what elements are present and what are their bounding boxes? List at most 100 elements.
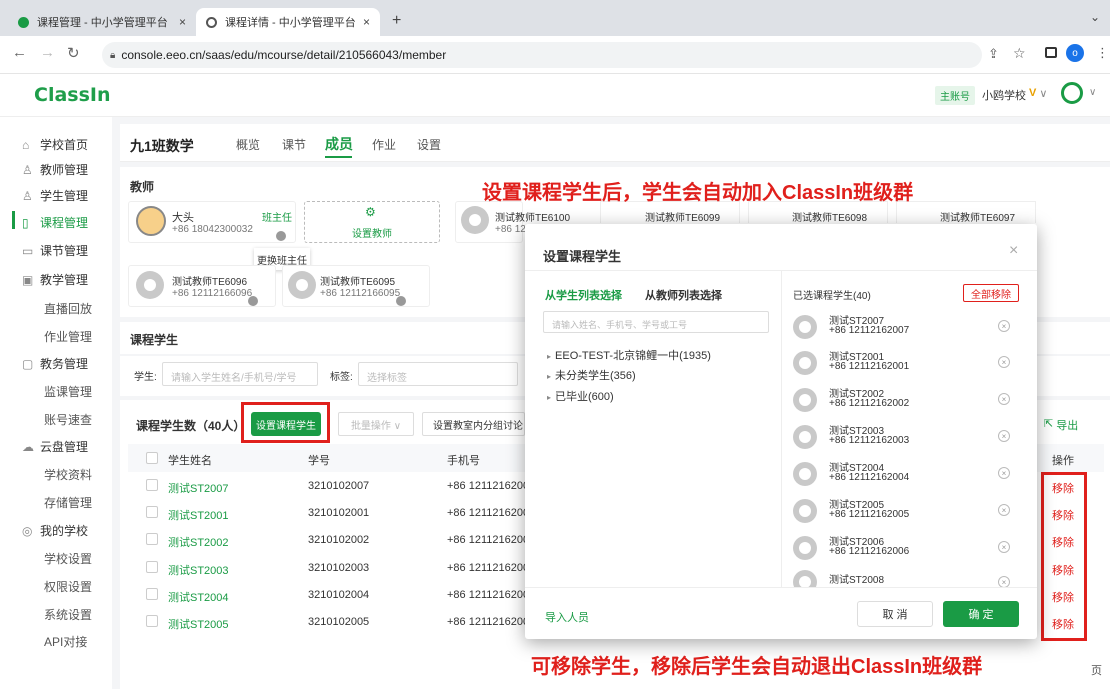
sidebar-item-system-settings[interactable]: 系统设置 <box>44 606 92 623</box>
tree-node[interactable]: ▸ 未分类学生(356) <box>547 367 636 383</box>
tree-node[interactable]: ▸ EEO-TEST-北京锦鲤一中(1935) <box>547 347 711 363</box>
sidebar-item-storage[interactable]: 存储管理 <box>44 494 92 511</box>
export-button[interactable]: ⇱ 导出 <box>1044 417 1078 433</box>
classin-logo[interactable]: ClassIn <box>34 84 111 106</box>
sidebar-item-lessons[interactable]: ▭ 课节管理 <box>22 242 88 259</box>
sidebar-item-students[interactable]: ♙ 学生管理 <box>22 187 88 204</box>
close-icon[interactable]: × <box>1009 242 1018 260</box>
more-dots-icon[interactable] <box>276 231 286 241</box>
selected-count: 已选课程学生(40) <box>793 291 871 302</box>
remove-selected-icon[interactable]: × <box>998 393 1010 405</box>
remove-all-button[interactable]: 全部移除 <box>963 284 1019 302</box>
import-members-link[interactable]: 导入人员 <box>545 609 589 625</box>
close-icon[interactable]: × <box>363 15 370 29</box>
modal-search-input[interactable]: 请输入姓名、手机号、学号或工号 <box>543 311 769 333</box>
sidebar-item-home[interactable]: ⌂ 学校首页 <box>22 136 88 153</box>
tab-from-teachers[interactable]: 从教师列表选择 <box>645 287 722 303</box>
student-phone: +86 12112162001 <box>447 507 536 519</box>
row-checkbox[interactable] <box>146 588 158 600</box>
student-name-link[interactable]: 测试ST2002 <box>168 534 229 550</box>
cancel-button[interactable]: 取 消 <box>857 601 933 627</box>
student-name-link[interactable]: 测试ST2003 <box>168 562 229 578</box>
teacher-name: 测试教师TE6100 <box>495 213 571 224</box>
sidebar-item-teaching[interactable]: ▣ 教学管理 <box>22 271 88 288</box>
sidebar-item-api[interactable]: API对接 <box>44 633 87 650</box>
sidebar-item-school-files[interactable]: 学校资料 <box>44 466 92 483</box>
sidebar-item-account-lookup[interactable]: 账号速查 <box>44 411 92 428</box>
divider <box>781 271 782 587</box>
more-dots-icon[interactable] <box>396 296 406 306</box>
forward-icon[interactable]: → <box>40 44 55 61</box>
student-name-link[interactable]: 测试ST2007 <box>168 480 229 496</box>
sidebar-item-monitor[interactable]: 监课管理 <box>44 383 92 400</box>
batch-actions-dropdown[interactable]: 批量操作 ∨ <box>338 412 414 436</box>
row-checkbox[interactable] <box>146 533 158 545</box>
group-discussion-button[interactable]: 设置教室内分组讨论 <box>422 412 525 436</box>
back-icon[interactable]: ← <box>12 44 27 61</box>
cloud-icon: ☁ <box>22 439 34 454</box>
sidebar-item-homework[interactable]: 作业管理 <box>44 328 92 345</box>
column-header-name: 学生姓名 <box>168 455 212 467</box>
share-icon[interactable]: ⇪ <box>988 46 999 62</box>
column-header-phone: 手机号 <box>447 455 480 467</box>
sidebar-item-replay[interactable]: 直播回放 <box>44 300 92 317</box>
row-checkbox[interactable] <box>146 506 158 518</box>
remove-selected-icon[interactable]: × <box>998 541 1010 553</box>
sidebar-item-my-school[interactable]: ◎ 我的学校 <box>22 522 88 539</box>
address-bar[interactable]: 🔒︎ console.eeo.cn/saas/edu/mcourse/detai… <box>102 42 982 68</box>
sidebar-item-teachers[interactable]: ♙ 教师管理 <box>22 161 88 178</box>
sidebar-item-academic[interactable]: ▢ 教务管理 <box>22 355 88 372</box>
sidebar-label: 课节管理 <box>40 244 89 258</box>
profile-avatar[interactable]: o <box>1066 44 1084 62</box>
sidebar-item-school-settings[interactable]: 学校设置 <box>44 550 92 567</box>
student-name-link[interactable]: 测试ST2001 <box>168 507 229 523</box>
browser-tab-course-detail[interactable]: 课程详情 - 中小学管理平台 × <box>196 8 380 36</box>
row-checkbox[interactable] <box>146 479 158 491</box>
bookmark-star-icon[interactable]: ☆ <box>1013 45 1026 62</box>
tag-select[interactable]: 选择标签 <box>358 362 518 386</box>
tab-search-icon[interactable]: ⌄ <box>1090 10 1100 24</box>
caret-right-icon: ▸ <box>547 393 552 402</box>
remove-selected-icon[interactable]: × <box>998 467 1010 479</box>
more-dots-icon[interactable] <box>248 296 258 306</box>
teacher-avatar <box>136 206 166 236</box>
remove-selected-icon[interactable]: × <box>998 320 1010 332</box>
tab-settings[interactable]: 设置 <box>417 136 441 153</box>
tab-from-students[interactable]: 从学生列表选择 <box>545 287 622 303</box>
browser-tab-course-manage[interactable]: 课程管理 - 中小学管理平台 × <box>8 8 196 36</box>
close-icon[interactable]: × <box>179 15 186 29</box>
student-name-link[interactable]: 测试ST2005 <box>168 616 229 632</box>
more-icon[interactable]: ⋮ <box>1096 45 1109 61</box>
teacher-avatar <box>136 271 164 299</box>
reload-icon[interactable]: ↻ <box>67 44 80 62</box>
teacher-avatar <box>461 206 489 234</box>
tree-node[interactable]: ▸ 已毕业(600) <box>547 388 614 404</box>
row-checkbox[interactable] <box>146 561 158 573</box>
tab-homework[interactable]: 作业 <box>372 136 396 153</box>
url-text: console.eeo.cn/saas/edu/mcourse/detail/2… <box>121 48 447 62</box>
school-switcher[interactable]: 小鸥学校 V ∨ <box>982 87 1047 103</box>
selected-student-phone: +86 12112162007 <box>829 325 910 336</box>
sidepanel-icon[interactable] <box>1045 47 1057 58</box>
remove-selected-icon[interactable]: × <box>998 504 1010 516</box>
sidebar-label: 学校首页 <box>40 138 89 152</box>
chevron-down-icon[interactable]: ∨ <box>1089 87 1096 98</box>
confirm-button[interactable]: 确 定 <box>943 601 1019 627</box>
select-all-checkbox[interactable] <box>146 452 158 464</box>
export-icon: ⇱ <box>1044 418 1054 430</box>
remove-selected-icon[interactable]: × <box>998 430 1010 442</box>
remove-selected-icon[interactable]: × <box>998 356 1010 368</box>
student-search-input[interactable]: 请输入学生姓名/手机号/学号 <box>162 362 318 386</box>
new-tab-icon[interactable]: + <box>392 12 401 30</box>
tab-members[interactable]: 成员 <box>325 134 353 154</box>
student-name-link[interactable]: 测试ST2004 <box>168 589 229 605</box>
sidebar-label: 学生管理 <box>40 189 89 203</box>
tab-overview[interactable]: 概览 <box>236 136 260 153</box>
sidebar-item-cloud[interactable]: ☁ 云盘管理 <box>22 438 88 455</box>
tab-lessons[interactable]: 课节 <box>282 136 306 153</box>
user-icon: ♙ <box>22 162 33 177</box>
user-avatar[interactable] <box>1061 82 1083 104</box>
sidebar-item-permissions[interactable]: 权限设置 <box>44 578 92 595</box>
row-checkbox[interactable] <box>146 615 158 627</box>
sidebar-item-courses[interactable]: ▯ 课程管理 <box>22 214 88 231</box>
